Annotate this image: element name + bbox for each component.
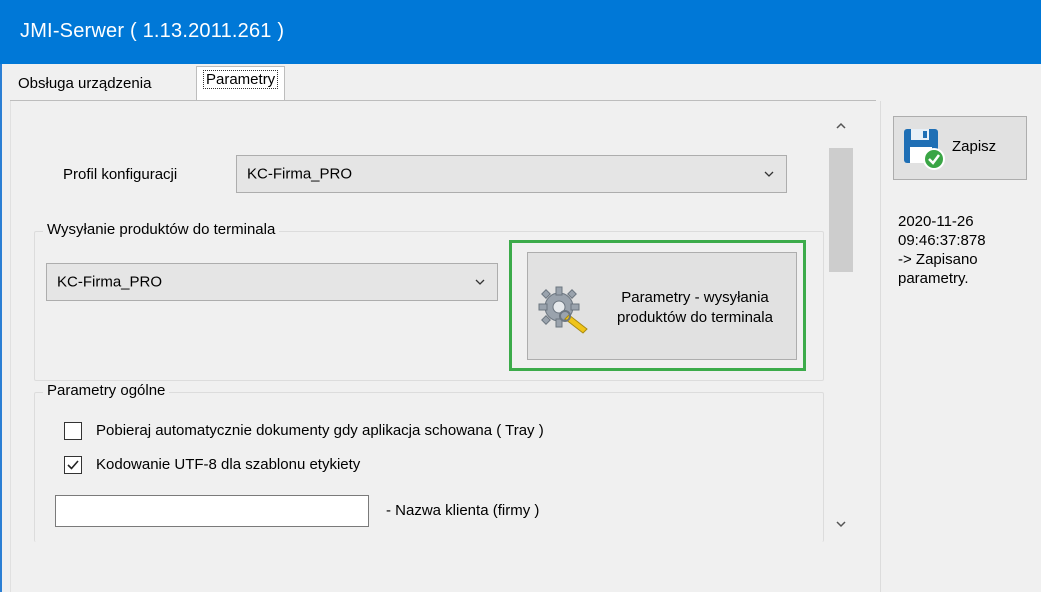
chevron-up-icon[interactable] bbox=[835, 120, 847, 132]
profile-label: Profil konfiguracji bbox=[63, 166, 178, 183]
client-name-label: - Nazwa klienta (firmy ) bbox=[386, 502, 540, 519]
log-date: 2020-11-26 bbox=[898, 213, 974, 230]
sending-params-label: Parametry - wysyłania produktów do termi… bbox=[600, 288, 790, 328]
sending-params-line2: produktów do terminala bbox=[617, 309, 773, 326]
sending-params-line1: Parametry - wysyłania bbox=[621, 289, 769, 306]
tray-autofetch-label: Pobieraj automatycznie dokumenty gdy apl… bbox=[96, 422, 544, 439]
save-button[interactable]: Zapisz bbox=[893, 116, 1027, 180]
scrollbar-thumb[interactable] bbox=[829, 148, 853, 272]
gears-icon bbox=[538, 286, 588, 334]
chevron-down-icon bbox=[475, 279, 485, 285]
tab-parameters[interactable]: Parametry bbox=[196, 66, 286, 102]
tray-autofetch-checkbox[interactable] bbox=[64, 422, 82, 440]
profile-combo[interactable]: KC-Firma_PRO bbox=[236, 155, 787, 193]
log-message: -> Zapisano bbox=[898, 251, 978, 268]
title-bar: JMI-Serwer ( 1.13.2011.261 ) bbox=[0, 0, 1041, 64]
sending-combo[interactable]: KC-Firma_PRO bbox=[46, 263, 498, 301]
checkmark-icon bbox=[67, 460, 79, 470]
window-title: JMI-Serwer ( 1.13.2011.261 ) bbox=[20, 20, 285, 42]
profile-combo-value: KC-Firma_PRO bbox=[247, 165, 353, 183]
tab-parameters-label: Parametry bbox=[203, 70, 279, 89]
client-name-input[interactable] bbox=[55, 495, 369, 527]
window-border bbox=[0, 64, 2, 592]
log-time: 09:46:37:878 bbox=[898, 232, 986, 249]
vertical-scrollbar[interactable] bbox=[826, 112, 856, 542]
chevron-down-icon bbox=[764, 171, 774, 177]
utf8-encoding-checkbox[interactable] bbox=[64, 456, 82, 474]
log-message-cont: parametry. bbox=[898, 270, 969, 287]
chevron-down-icon[interactable] bbox=[835, 518, 847, 530]
sending-group-title: Wysyłanie produktów do terminala bbox=[43, 221, 280, 238]
tab-device-service[interactable]: Obsługa urządzenia bbox=[10, 70, 159, 100]
floppy-check-icon bbox=[904, 129, 945, 170]
status-log: 2020-11-26 09:46:37:878 -> Zapisano para… bbox=[898, 212, 1038, 288]
sending-combo-value: KC-Firma_PRO bbox=[57, 273, 163, 291]
general-group-title: Parametry ogólne bbox=[43, 382, 170, 399]
sending-params-button[interactable]: Parametry - wysyłania produktów do termi… bbox=[527, 252, 797, 360]
save-button-label: Zapisz bbox=[952, 138, 997, 155]
utf8-encoding-label: Kodowanie UTF-8 dla szablonu etykiety bbox=[96, 456, 361, 473]
